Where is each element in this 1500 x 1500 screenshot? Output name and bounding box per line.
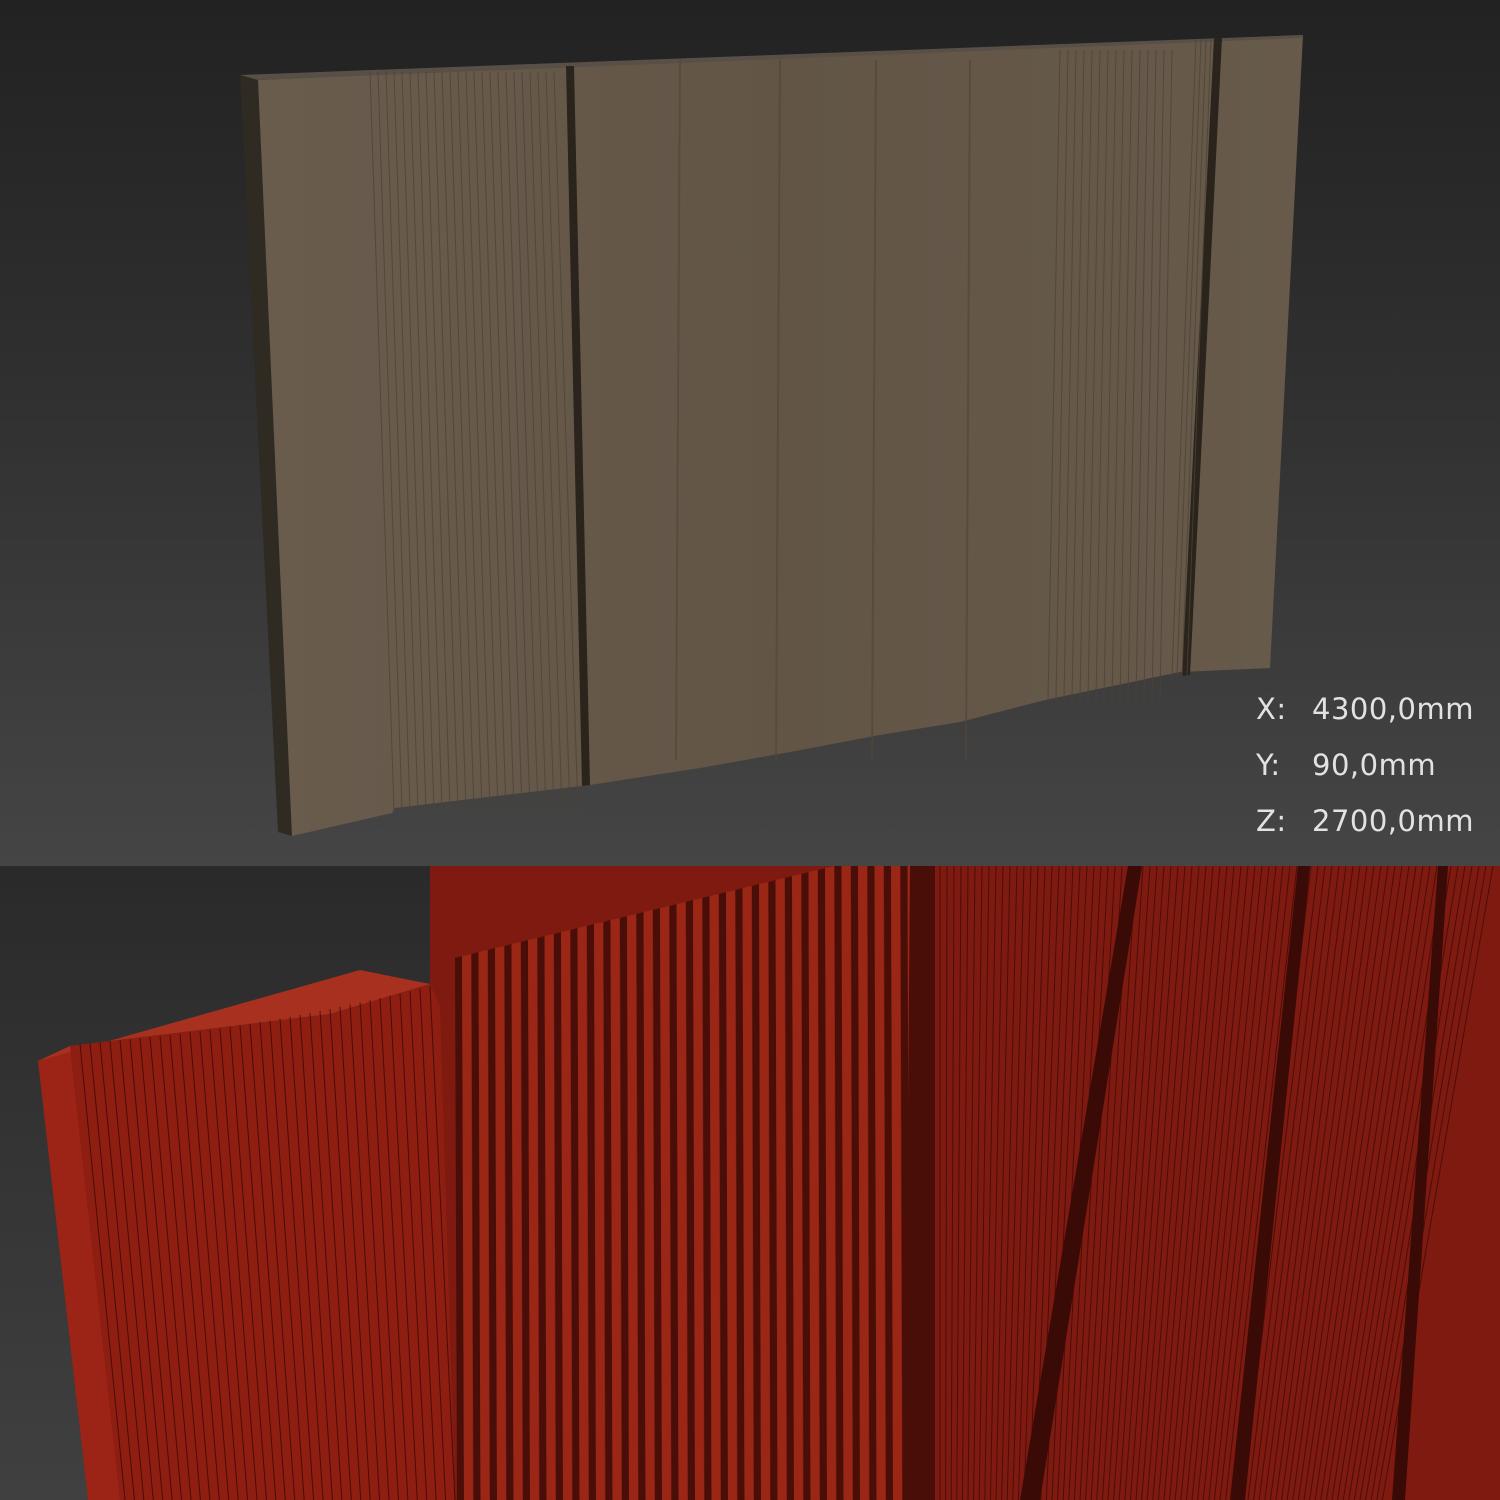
dimension-y: Y: 90,0mm [1256, 748, 1486, 804]
dimension-axis-label: Y: [1256, 748, 1281, 782]
textured-viewport: X: 4300,0mm Y: 90,0mm Z: 2700,0mm [0, 0, 1500, 866]
dimension-axis-label: Z: [1256, 804, 1287, 838]
wall-panel-wireframe [38, 866, 1500, 1500]
wireframe-viewport [0, 866, 1500, 1500]
dimension-x: X: 4300,0mm [1256, 692, 1486, 748]
dimension-axis-label: X: [1256, 692, 1287, 726]
dimensions-readout: X: 4300,0mm Y: 90,0mm Z: 2700,0mm [1256, 692, 1486, 860]
dimension-value: 90,0mm [1312, 748, 1437, 782]
dimension-value: 4300,0mm [1312, 692, 1474, 726]
dimension-value: 2700,0mm [1312, 804, 1474, 838]
wireframe-groove [905, 866, 935, 1500]
dimension-z: Z: 2700,0mm [1256, 804, 1486, 860]
